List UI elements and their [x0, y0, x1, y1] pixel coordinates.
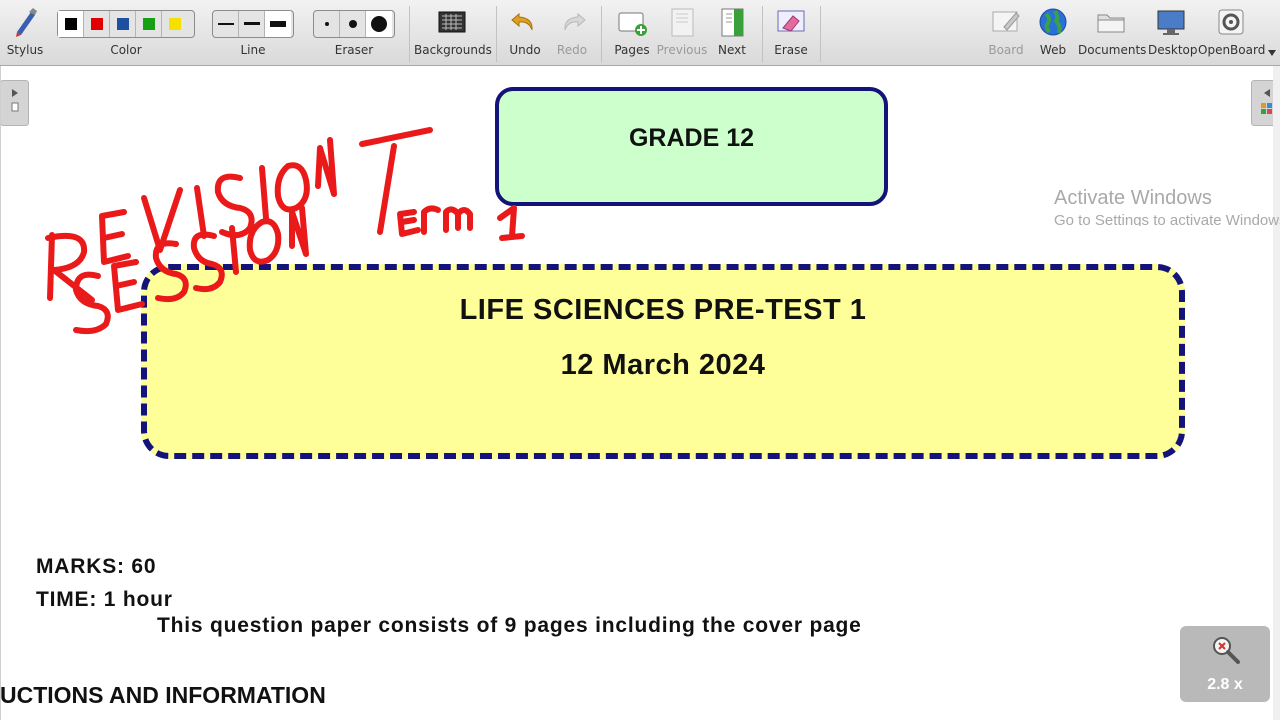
zoom-level: 2.8 x — [1207, 676, 1243, 693]
ink-word-term-1 — [359, 127, 525, 241]
magnifier-icon — [1213, 637, 1240, 664]
ink-annotation-layer — [45, 127, 525, 335]
ink-word-session — [73, 205, 309, 335]
zoom-indicator[interactable]: 2.8 x — [1180, 626, 1270, 702]
